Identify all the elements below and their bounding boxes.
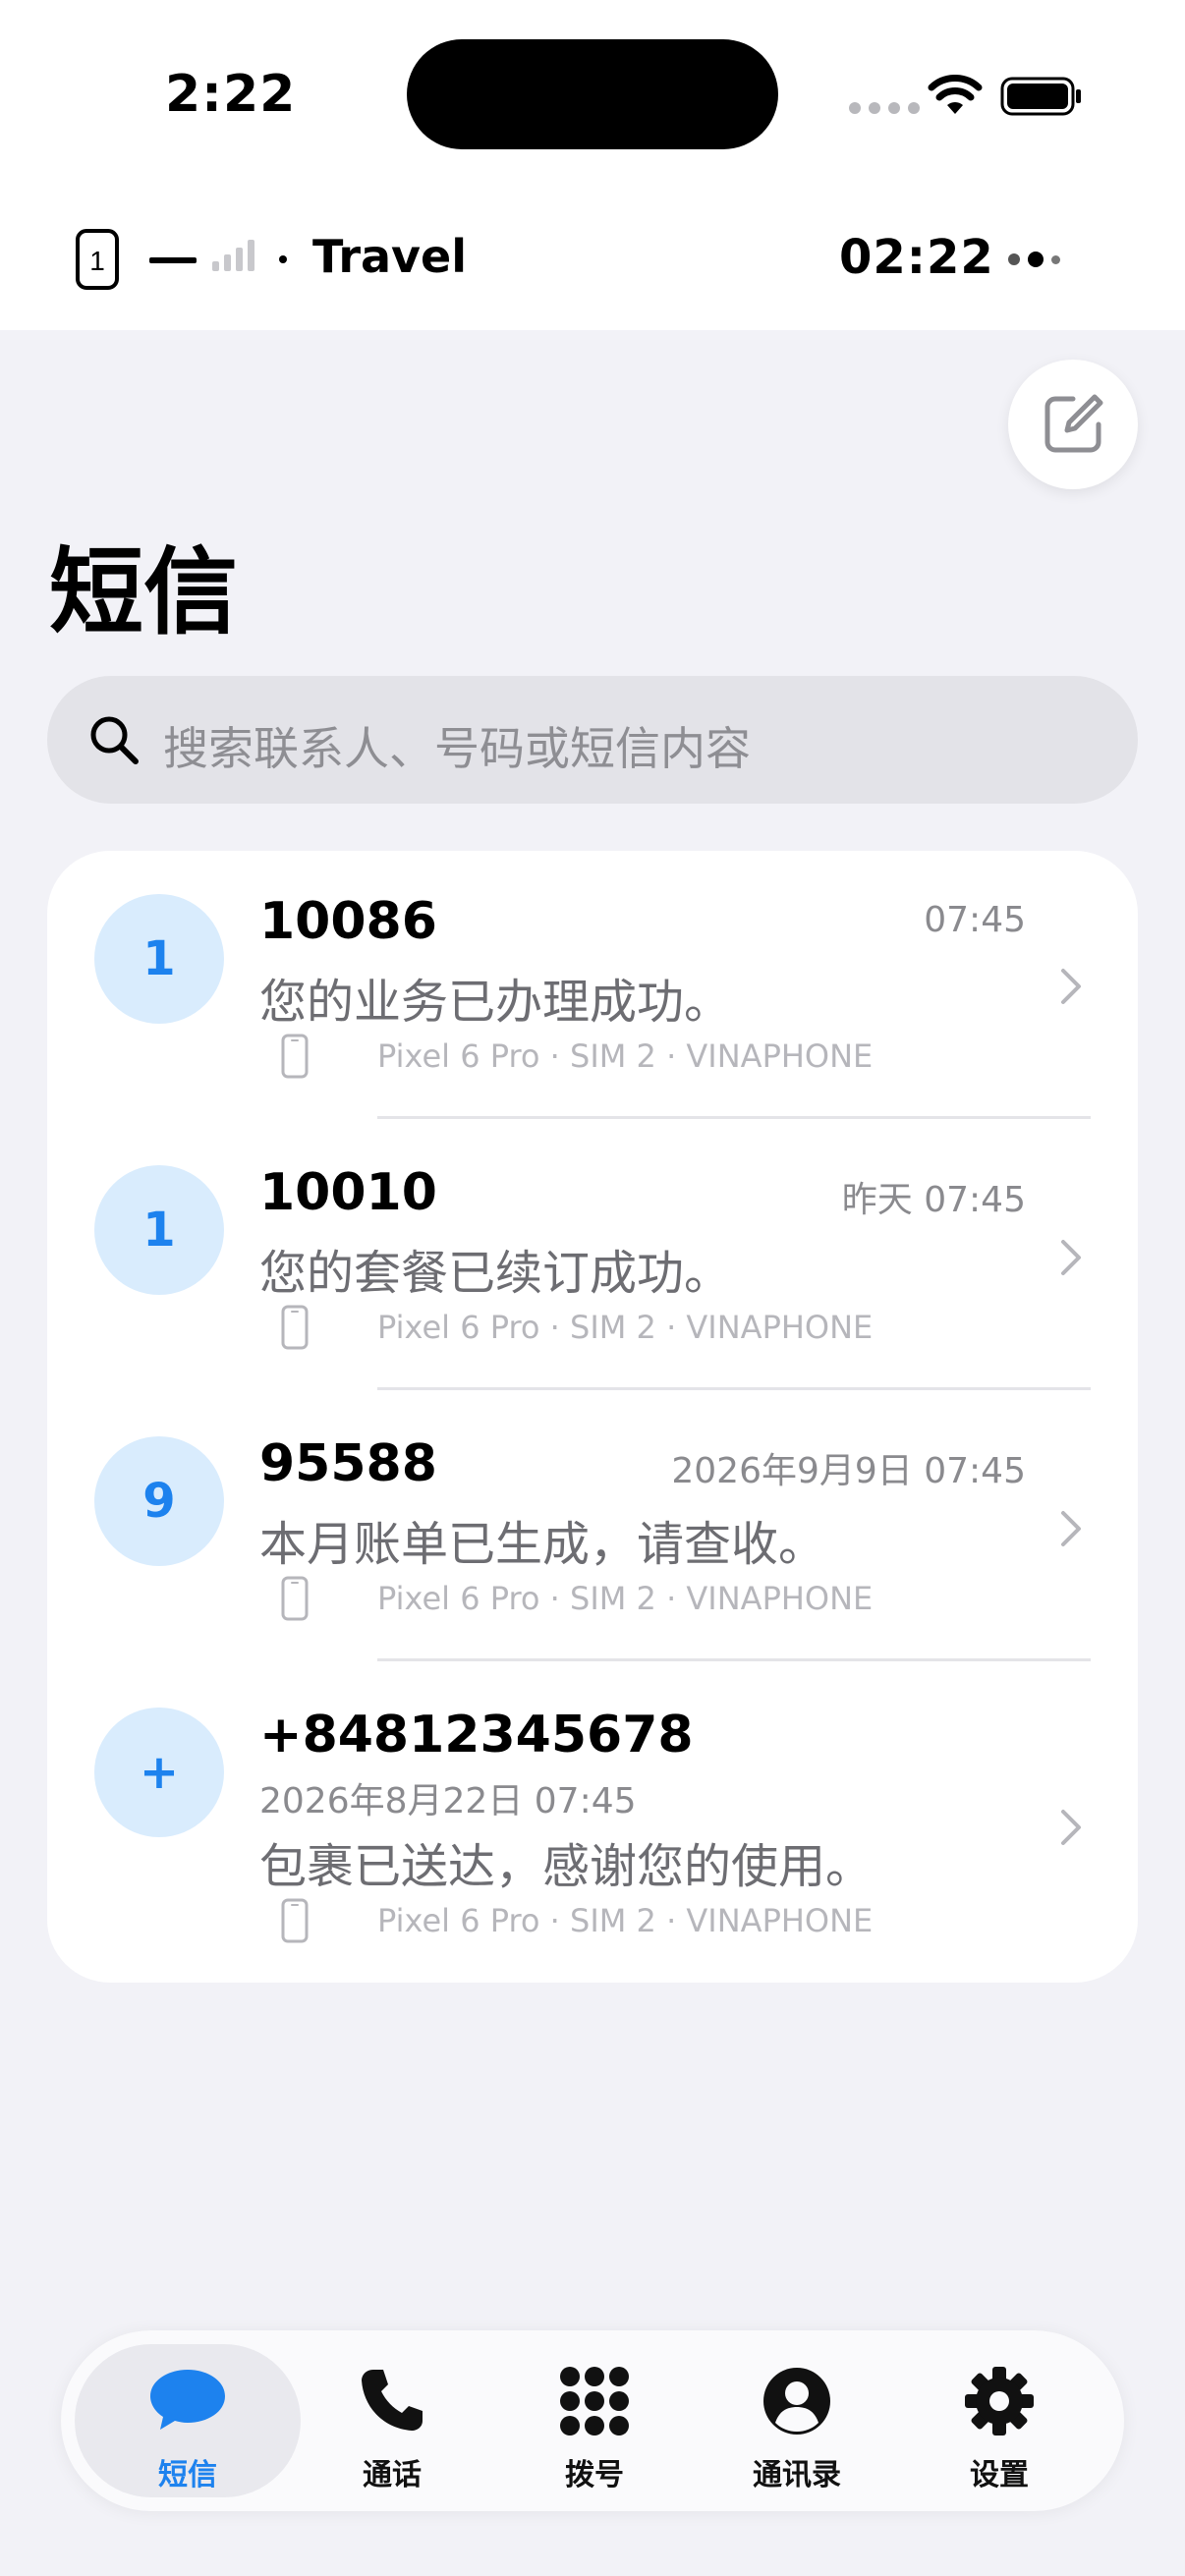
tab-label: 拨号: [565, 2458, 624, 2492]
sim-dash: [149, 257, 197, 263]
keypad-icon: [560, 2367, 629, 2436]
phone-device-icon: [281, 1898, 309, 1943]
message-list: 1 10086 07:45 您的业务已办理成功。 Pixel 6 Pro · S…: [47, 851, 1138, 1983]
message-time: 2026年8月22日 07:45: [259, 1781, 637, 1821]
message-row[interactable]: 1 10086 07:45 您的业务已办理成功。 Pixel 6 Pro · S…: [47, 851, 1138, 1122]
sender-name: 10010: [259, 1163, 437, 1222]
chevron-right-icon: [1061, 969, 1081, 1004]
avatar: 1: [94, 1165, 224, 1295]
row-divider: [377, 1116, 1091, 1119]
message-preview: 本月账单已生成，请查收。: [259, 1517, 826, 1572]
separator-dot: [279, 255, 287, 263]
tab-label: 通话: [363, 2458, 422, 2492]
page-title: 短信: [49, 537, 238, 647]
search-icon: [90, 716, 139, 764]
compose-button[interactable]: [1008, 360, 1138, 489]
message-meta: Pixel 6 Pro · SIM 2 · VINAPHONE: [377, 1037, 874, 1075]
avatar: 9: [94, 1436, 224, 1566]
tab-bar: 短信 通话 拨号 通讯录 设置: [61, 2330, 1124, 2511]
gear-icon: [965, 2367, 1034, 2436]
dynamic-island: [407, 39, 778, 149]
battery-icon: [1000, 77, 1081, 116]
tab-dialpad[interactable]: 拨号: [493, 2330, 696, 2511]
tab-contacts[interactable]: 通讯录: [696, 2330, 898, 2511]
message-meta: Pixel 6 Pro · SIM 2 · VINAPHONE: [377, 1309, 874, 1346]
message-meta: Pixel 6 Pro · SIM 2 · VINAPHONE: [377, 1580, 874, 1617]
search-placeholder: 搜索联系人、号码或短信内容: [163, 722, 751, 775]
wifi-icon: [928, 75, 983, 114]
message-preview: 您的套餐已续订成功。: [259, 1246, 732, 1301]
message-time: 2026年9月9日 07:45: [671, 1451, 1026, 1491]
message-time: 07:45: [924, 900, 1026, 940]
tab-label: 设置: [970, 2458, 1029, 2492]
phone-device-icon: [281, 1305, 309, 1350]
row-divider: [377, 1387, 1091, 1390]
tab-settings[interactable]: 设置: [898, 2330, 1100, 2511]
chevron-right-icon: [1061, 1810, 1081, 1845]
message-time: 昨天 07:45: [841, 1180, 1026, 1220]
status-time: 2:22: [165, 65, 297, 124]
compose-icon: [1044, 394, 1103, 453]
chevron-right-icon: [1061, 1240, 1081, 1275]
avatar: +: [94, 1708, 224, 1837]
search-input[interactable]: 搜索联系人、号码或短信内容: [47, 676, 1138, 804]
sim-slot-number: 1: [89, 246, 105, 276]
message-meta: Pixel 6 Pro · SIM 2 · VINAPHONE: [377, 1902, 874, 1939]
message-row[interactable]: 9 95588 2026年9月9日 07:45 本月账单已生成，请查收。 Pix…: [47, 1393, 1138, 1664]
chevron-right-icon: [1061, 1511, 1081, 1546]
tab-calls[interactable]: 通话: [291, 2330, 493, 2511]
avatar: 1: [94, 894, 224, 1024]
sender-name: 10086: [259, 892, 437, 951]
message-preview: 包裹已送达，感谢您的使用。: [259, 1839, 874, 1894]
message-row[interactable]: + +84812345678 2026年8月22日 07:45 包裹已送达，感谢…: [47, 1664, 1138, 1983]
phone-device-icon: [281, 1576, 309, 1621]
row-divider: [377, 1658, 1091, 1661]
carrier-name: Travel: [312, 230, 468, 283]
sim-card-icon[interactable]: 1: [75, 228, 120, 291]
message-preview: 您的业务已办理成功。: [259, 975, 732, 1030]
message-row[interactable]: 1 10010 昨天 07:45 您的套餐已续订成功。 Pixel 6 Pro …: [47, 1122, 1138, 1393]
tab-messages[interactable]: 短信: [86, 2330, 289, 2511]
phone-icon: [362, 2370, 423, 2431]
sender-name: +84812345678: [259, 1706, 694, 1764]
message-bubble-icon: [150, 2370, 225, 2430]
tab-label: 短信: [158, 2458, 217, 2492]
tab-label: 通讯录: [753, 2458, 841, 2492]
cellular-signal-icon: [849, 102, 920, 114]
more-dots-icon[interactable]: [1008, 252, 1060, 267]
signal-bars-icon: [212, 240, 254, 271]
phone-device-icon: [281, 1034, 309, 1079]
sender-name: 95588: [259, 1434, 437, 1493]
header-clock: 02:22: [839, 230, 994, 285]
contact-icon: [763, 2368, 830, 2435]
